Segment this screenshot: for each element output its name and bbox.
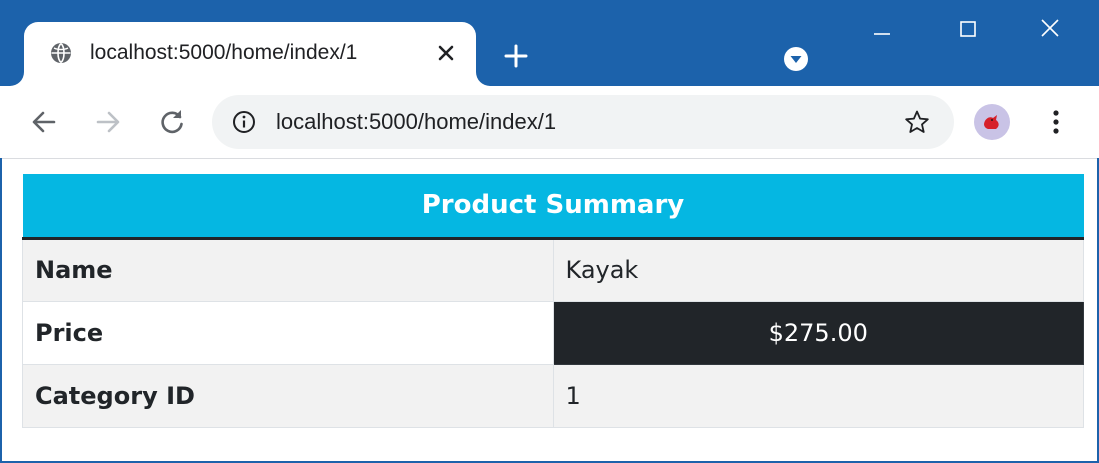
bird-icon — [984, 115, 999, 129]
browser-toolbar: localhost:5000/home/index/1 — [0, 86, 1099, 158]
arrow-right-icon[interactable] — [92, 106, 124, 138]
plus-icon[interactable] — [500, 40, 532, 72]
row-label-name: Name — [22, 237, 554, 302]
tab-title: localhost:5000/home/index/1 — [90, 41, 358, 64]
browser-tab[interactable]: localhost:5000/home/index/1 — [24, 22, 476, 86]
arrow-left-icon[interactable] — [28, 106, 60, 138]
table-row: Name Kayak — [22, 237, 1084, 302]
row-label-price: Price — [22, 300, 554, 365]
globe-icon — [51, 42, 71, 64]
row-value-name: Kayak — [552, 237, 1084, 302]
info-icon[interactable] — [232, 110, 256, 134]
row-value-price: $275.00 — [552, 300, 1084, 365]
maximize-icon[interactable] — [948, 14, 988, 46]
table-row: Price $275.00 — [22, 300, 1084, 365]
window-close-icon[interactable] — [1030, 14, 1070, 46]
avatar[interactable] — [974, 104, 1010, 140]
kebab-menu-icon[interactable] — [1044, 106, 1068, 138]
minimize-icon[interactable] — [862, 14, 902, 46]
profile-dropdown-icon[interactable] — [783, 46, 809, 72]
row-label-category-id: Category ID — [22, 363, 554, 428]
url-text[interactable]: localhost:5000/home/index/1 — [276, 109, 556, 135]
close-icon[interactable] — [432, 39, 460, 67]
star-icon[interactable] — [904, 109, 930, 135]
table-row: Category ID 1 — [22, 363, 1084, 428]
address-bar[interactable]: localhost:5000/home/index/1 — [212, 95, 954, 149]
product-summary-table: Product Summary Name Kayak Price $275.00… — [22, 174, 1084, 428]
title-bar: localhost:5000/home/index/1 — [0, 0, 1099, 86]
browser-window: localhost:5000/home/index/1 localhost:50… — [0, 0, 1099, 463]
page-content: Product Summary Name Kayak Price $275.00… — [2, 158, 1097, 461]
table-header: Product Summary — [22, 174, 1084, 240]
reload-icon[interactable] — [156, 106, 188, 138]
row-value-category-id: 1 — [552, 363, 1084, 428]
